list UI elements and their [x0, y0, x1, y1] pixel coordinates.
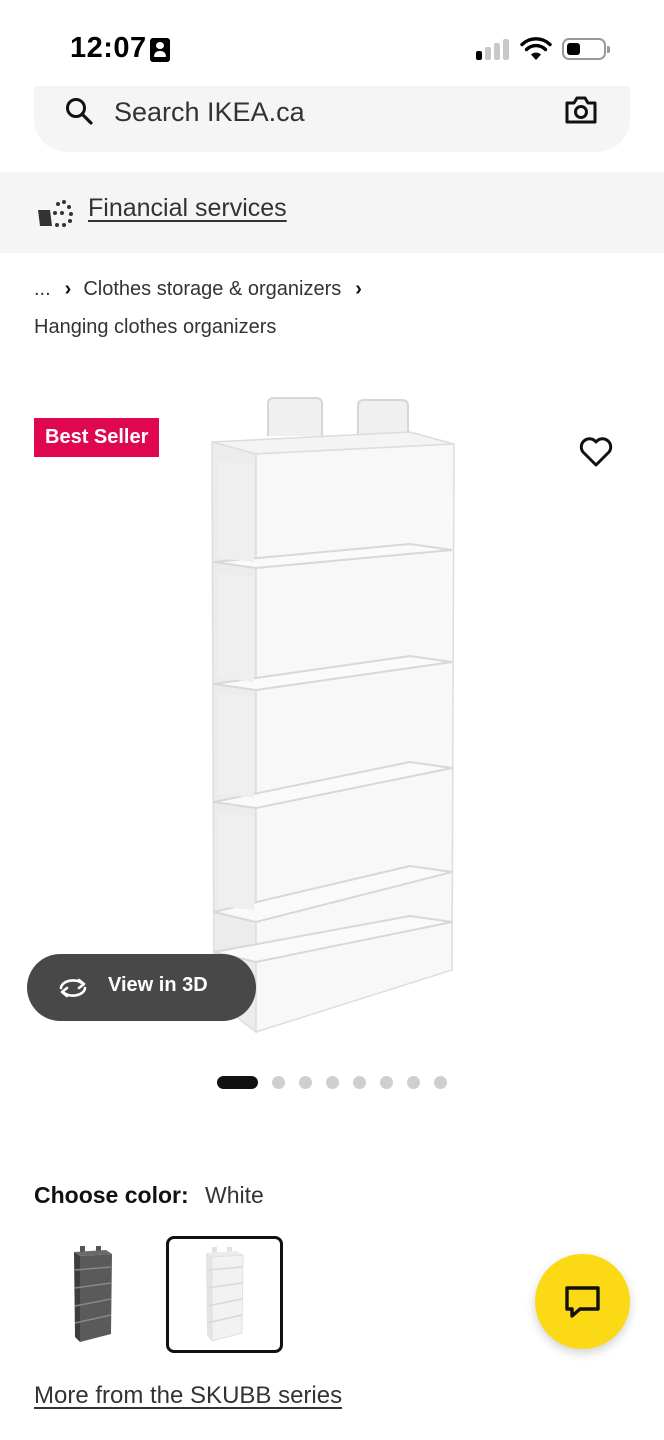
- carousel-dot[interactable]: [434, 1076, 447, 1089]
- color-swatch-dark-gray[interactable]: [34, 1236, 151, 1353]
- status-bar: 12:07: [0, 0, 664, 100]
- breadcrumb-item-hanging-organizers[interactable]: Hanging clothes organizers: [34, 316, 276, 339]
- status-time: 12:07: [70, 32, 147, 64]
- carousel-pagination[interactable]: [217, 1075, 457, 1089]
- signal-icon: [476, 38, 510, 60]
- heart-icon[interactable]: [578, 436, 614, 468]
- carousel-dot[interactable]: [272, 1076, 285, 1089]
- color-swatch-white[interactable]: [166, 1236, 283, 1353]
- carousel-dot[interactable]: [353, 1076, 366, 1089]
- carousel-dot-active[interactable]: [217, 1076, 258, 1089]
- carousel-dot[interactable]: [407, 1076, 420, 1089]
- white-organizer-thumbnail: [206, 1247, 244, 1342]
- choose-color-label: Choose color:: [34, 1182, 189, 1208]
- rotate-3d-icon: [59, 978, 87, 998]
- wifi-icon: [520, 37, 552, 60]
- chevron-right-icon: ›: [64, 277, 72, 300]
- id-card-icon: [150, 38, 170, 62]
- financial-services-link[interactable]: Financial services: [88, 194, 287, 223]
- camera-icon[interactable]: [564, 94, 598, 126]
- product-image[interactable]: [200, 392, 480, 1042]
- chevron-right-icon: ›: [355, 277, 362, 300]
- dark-gray-organizer-thumbnail: [74, 1246, 112, 1342]
- skubb-series-link[interactable]: More from the SKUBB series: [34, 1382, 342, 1410]
- financial-services-banner[interactable]: Financial services: [0, 172, 664, 253]
- search-icon: [66, 98, 93, 125]
- search-input[interactable]: [114, 94, 554, 130]
- view-in-3d-button[interactable]: View in 3D: [27, 954, 256, 1021]
- selected-color-value: White: [205, 1182, 264, 1208]
- battery-level: [567, 43, 580, 55]
- breadcrumb-ellipsis[interactable]: ...: [34, 278, 51, 301]
- breadcrumb: ... › Clothes storage & organizers › Han…: [34, 276, 634, 339]
- battery-icon: [562, 38, 610, 60]
- search-bar[interactable]: [34, 86, 630, 152]
- view-in-3d-label: View in 3D: [108, 974, 208, 996]
- financial-services-icon: [38, 200, 73, 227]
- chat-button[interactable]: [535, 1254, 630, 1349]
- best-seller-badge: Best Seller: [34, 418, 160, 457]
- carousel-dot[interactable]: [299, 1076, 312, 1089]
- chat-icon: [565, 1286, 600, 1318]
- color-chooser-label-row: Choose color: White: [34, 1182, 264, 1209]
- breadcrumb-item-clothes-storage[interactable]: Clothes storage & organizers: [83, 278, 341, 301]
- carousel-dot[interactable]: [380, 1076, 393, 1089]
- carousel-dot[interactable]: [326, 1076, 339, 1089]
